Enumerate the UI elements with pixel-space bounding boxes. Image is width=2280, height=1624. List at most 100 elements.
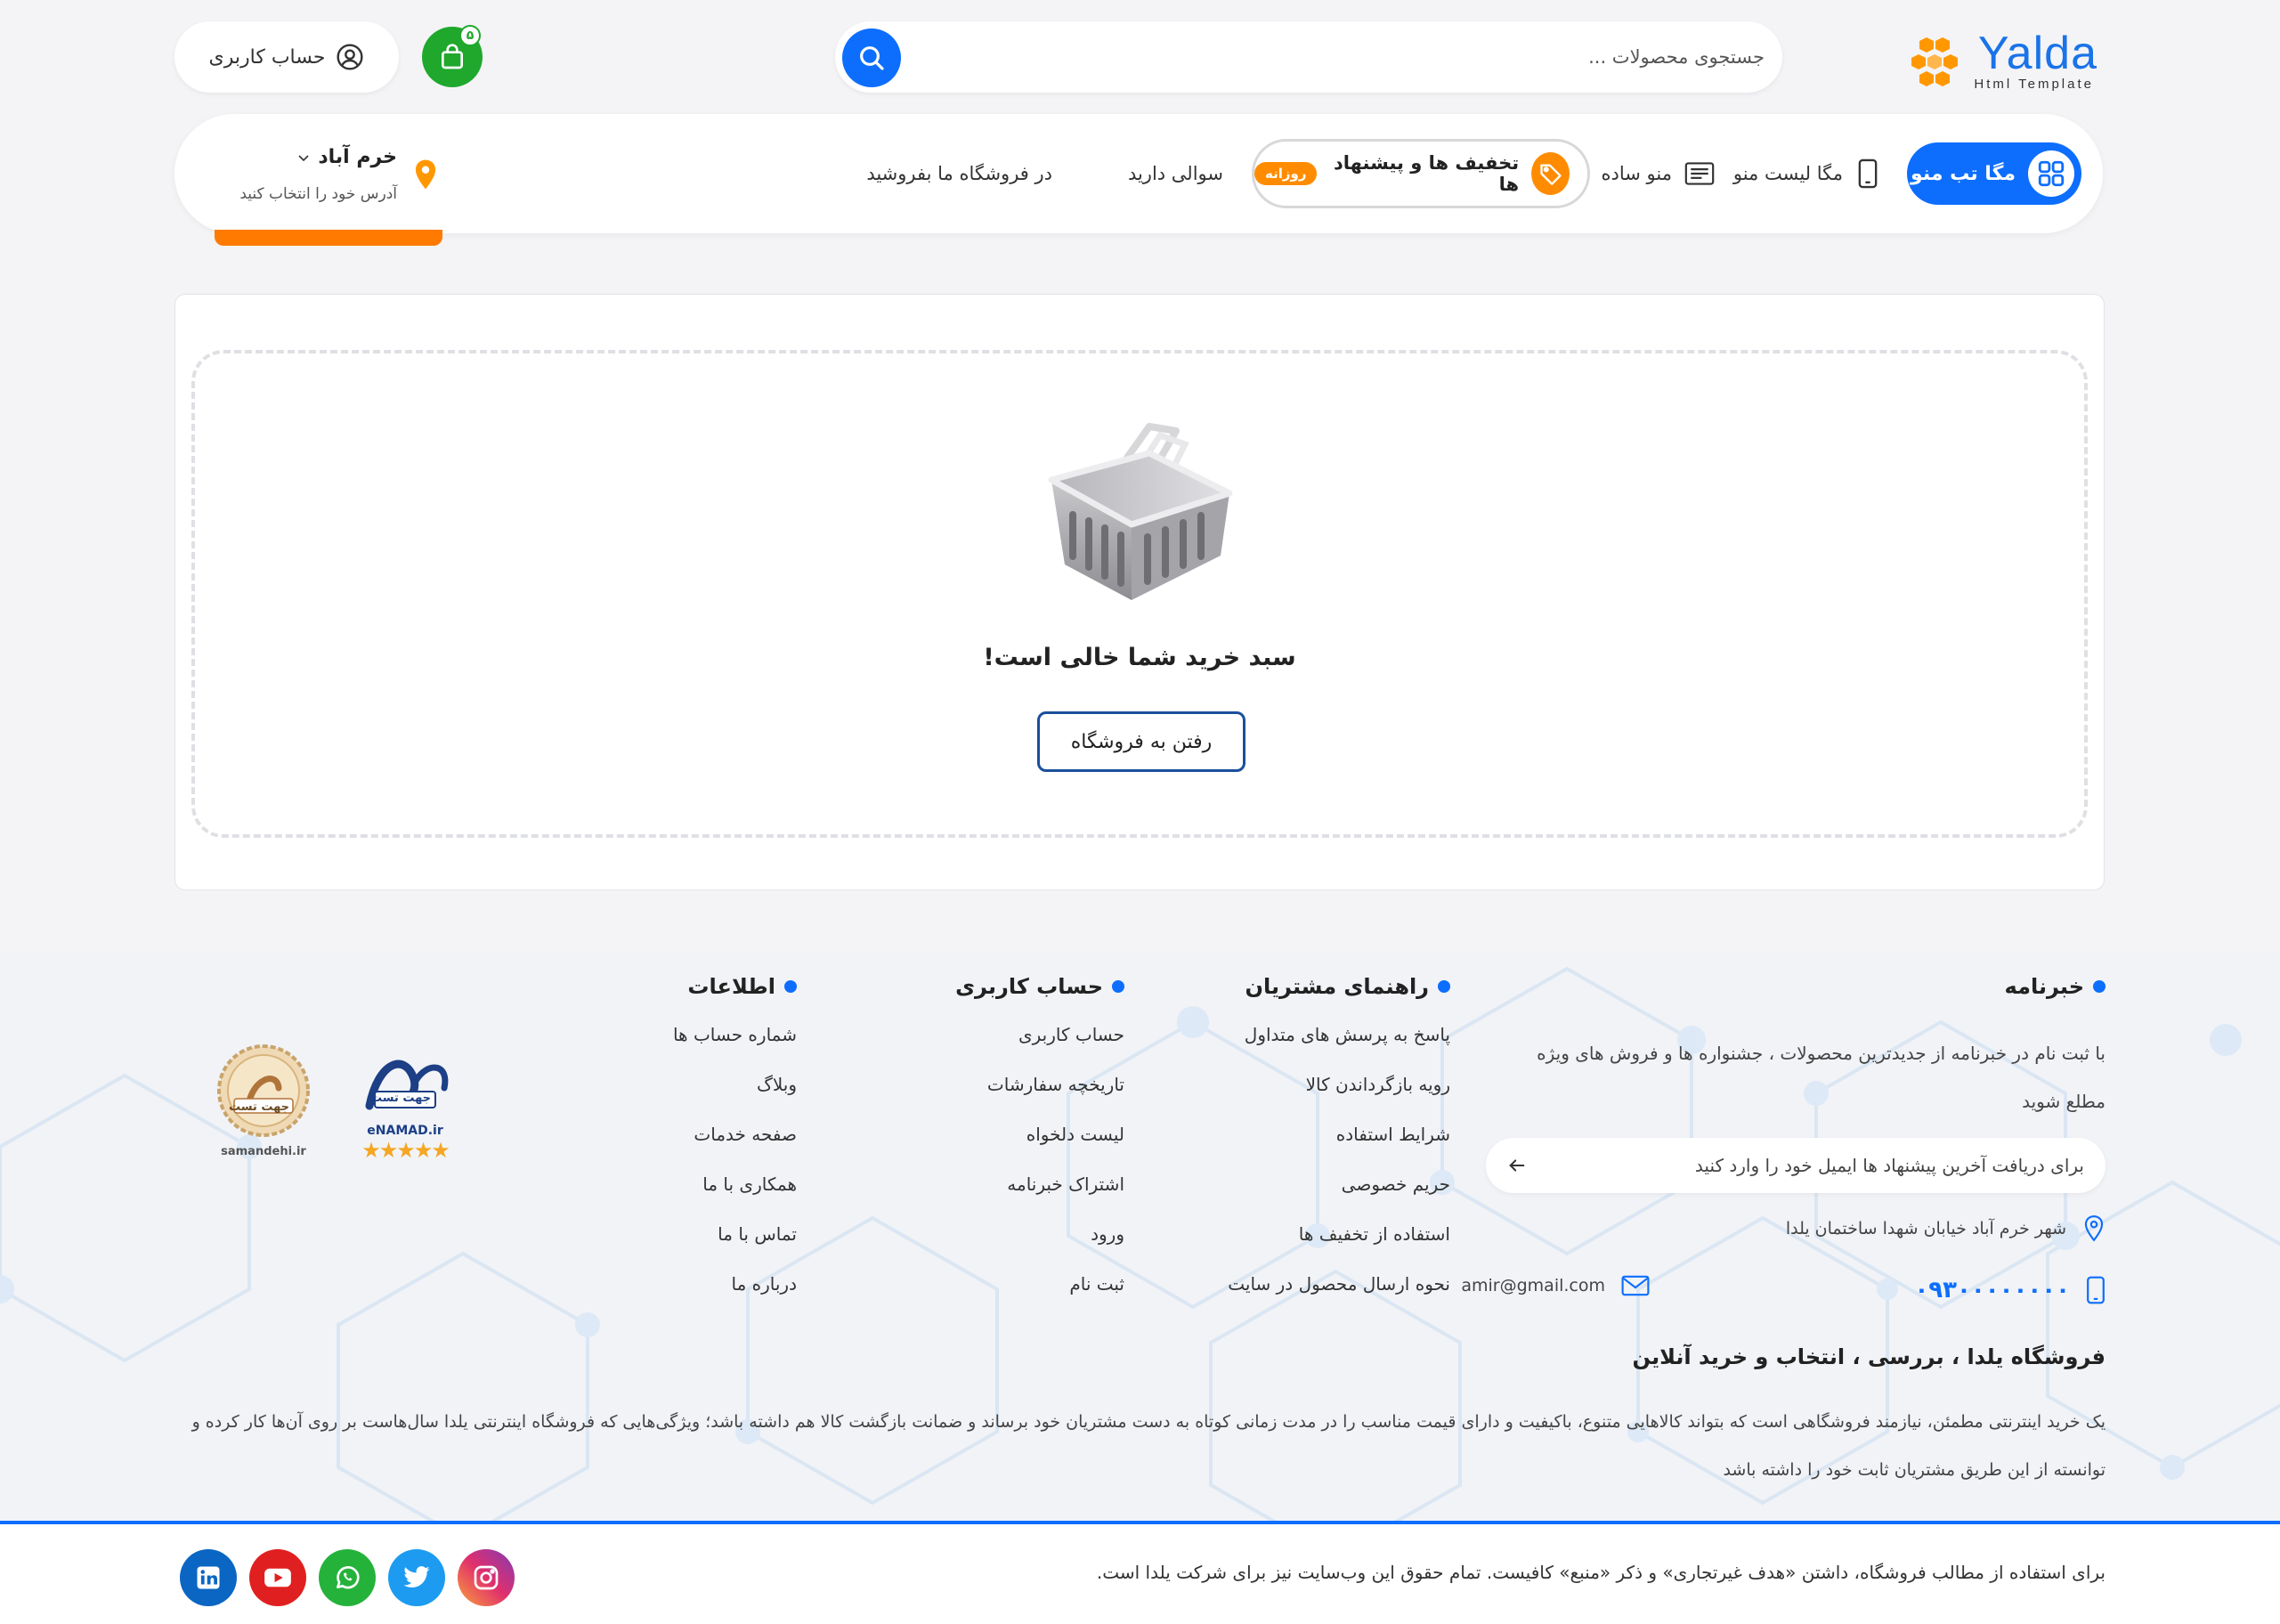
samandehi-seal-icon (217, 1044, 310, 1137)
footer-link[interactable]: حساب کاربری (955, 1024, 1124, 1074)
footer-about-title: فروشگاه یلدا ، بررسی ، انتخاب و خرید آنل… (1632, 1344, 2106, 1369)
nav-deals-badge: روزانه (1254, 162, 1318, 185)
search-button[interactable] (842, 28, 901, 87)
nav-active-indicator (215, 230, 442, 246)
nav-question[interactable]: سوالی دارید (1128, 150, 1223, 198)
copyright-bar: برای استفاده از مطالب فروشگاه، داشتن «هد… (0, 1521, 2280, 1624)
instagram-link[interactable] (458, 1549, 515, 1606)
social-links (180, 1549, 515, 1606)
account-label: حساب کاربری (208, 45, 326, 69)
star-rating: ★★★★★ (361, 1138, 450, 1163)
search-input[interactable] (963, 21, 1765, 93)
map-pin-icon (415, 159, 436, 190)
guide-title-text: راهنمای مشتریان (1245, 974, 1429, 999)
instagram-icon (474, 1565, 499, 1590)
footer-account: حساب کاربری حساب کاربری تاریخچه سفارشات … (955, 974, 1124, 1323)
bullet-dot (1438, 980, 1450, 993)
basket-icon (1048, 423, 1233, 600)
footer-link[interactable]: ورود (955, 1223, 1124, 1273)
footer-link[interactable]: استفاده از تخفیف ها (1228, 1223, 1450, 1273)
footer-guide: راهنمای مشتریان پاسخ به پرسش های متداول … (1228, 974, 1450, 1323)
bullet-dot (1112, 980, 1124, 993)
cart-button[interactable]: ۵ (422, 25, 483, 87)
enamad-fa-text: جهت تست (369, 1092, 432, 1105)
empty-cart-title: سبد خرید شما خالی است! (983, 644, 1296, 671)
footer-guide-title: راهنمای مشتریان (1228, 974, 1450, 999)
footer-link[interactable]: تماس با ما (673, 1223, 797, 1273)
logo-subtext: Html Template (1974, 77, 2094, 92)
footer-email-text: amir@gmail.com (1461, 1276, 1605, 1295)
main-nav: مگا تب منو مگا لیست منو منو ساده تخفیف ه… (174, 114, 2103, 233)
footer-link[interactable]: حریم خصوصی (1228, 1173, 1450, 1223)
nav-mega-tab-menu[interactable]: مگا تب منو (1907, 142, 2081, 205)
mail-icon (1621, 1275, 1650, 1296)
whatsapp-link[interactable] (319, 1549, 376, 1606)
arrow-left-icon[interactable] (1507, 1156, 1527, 1175)
footer-email[interactable]: amir@gmail.com (1461, 1275, 1650, 1296)
newsletter-email-input[interactable]: برای دریافت آخرین پیشنهاد ها ایمیل خود ر… (1486, 1138, 2106, 1193)
newsletter-description: با ثبت نام در خبرنامه از جدیدترین محصولا… (1537, 1043, 2106, 1112)
cart-count-badge: ۵ (459, 25, 481, 46)
linkedin-icon (197, 1566, 220, 1589)
footer-link[interactable]: همکاری با ما (673, 1173, 797, 1223)
youtube-icon (264, 1568, 291, 1587)
nav-deals-label: تخفیف ها و پیشنهاد ها (1334, 152, 1520, 195)
account-button[interactable]: حساب کاربری (174, 21, 399, 93)
nav-sell[interactable]: در فروشگاه ما بفروشید (866, 150, 1052, 198)
top-header: Yalda Html Template ۵ حساب کاربری (174, 20, 2103, 96)
footer-link[interactable]: ثبت نام (955, 1273, 1124, 1323)
youtube-link[interactable] (249, 1549, 306, 1606)
menu-lines-icon (1684, 162, 1715, 185)
copyright-text: برای استفاده از مطالب فروشگاه، داشتن «هد… (1096, 1562, 2106, 1583)
go-to-shop-button[interactable]: رفتن به فروشگاه (1037, 711, 1245, 772)
nav-mega-list-menu[interactable]: مگا لیست منو (1733, 150, 1880, 198)
location-selector[interactable]: خرم آباد آدرس خود را انتخاب کنید (224, 141, 438, 208)
samandehi-text: samandehi.ir (221, 1145, 306, 1158)
nav-simple-menu[interactable]: منو ساده (1602, 150, 1715, 198)
footer-info-title: اطلاعات (673, 974, 797, 999)
footer-newsletter: خبرنامه (2005, 974, 2106, 1024)
footer-link[interactable]: لیست دلخواه (955, 1124, 1124, 1173)
newsletter-title-text: خبرنامه (2004, 974, 2084, 999)
search-icon (860, 46, 884, 70)
footer-address-text: شهر خرم آباد خیابان شهدا ساختمان یلدا (1785, 1219, 2066, 1238)
footer: خبرنامه با ثبت نام در خبرنامه از جدیدتری… (0, 951, 2280, 1521)
footer-link[interactable]: درباره ما (673, 1273, 797, 1323)
whatsapp-icon (337, 1566, 360, 1589)
bullet-dot (784, 980, 797, 993)
map-pin-outline-icon (2084, 1215, 2104, 1242)
user-circle-icon (337, 44, 364, 70)
logo-text: Yalda (1977, 28, 2097, 79)
twitter-link[interactable] (388, 1549, 445, 1606)
logo-hex-icon (1911, 37, 1958, 86)
footer-link[interactable]: پاسخ به پرسش های متداول (1228, 1024, 1450, 1074)
footer-link[interactable]: صفحه خدمات (673, 1124, 797, 1173)
footer-about-text: یک خرید اینترنتی مطمئن، نیازمند فروشگاهی… (191, 1412, 2106, 1480)
footer-link[interactable]: نحوه ارسال محصول در سایت (1228, 1273, 1450, 1323)
nav-mega-tab-label: مگا تب منو (1911, 162, 2016, 185)
account-title-text: حساب کاربری (955, 974, 1103, 999)
site-logo[interactable]: Yalda Html Template (1907, 27, 2103, 92)
samandehi-fa-text: جهت تست (228, 1100, 290, 1114)
footer-link[interactable]: اشتراک خبرنامه (955, 1173, 1124, 1223)
samandehi-badge[interactable]: جهت تست samandehi.ir (210, 1042, 317, 1184)
footer-link[interactable]: شماره حساب ها (673, 1024, 797, 1074)
tag-icon (1531, 152, 1570, 195)
trust-badges: جهت تست eNAMAD.ir ★★★★★ جهت تست samandeh… (210, 1043, 477, 1239)
location-city: خرم آباد (296, 146, 397, 168)
footer-phone[interactable]: ۰۹۳۰۰۰۰۰۰۰۰ (1914, 1275, 2106, 1305)
footer-link[interactable]: شرایط استفاده (1228, 1124, 1450, 1173)
linkedin-link[interactable] (180, 1549, 237, 1606)
search-bar (835, 21, 1782, 93)
enamad-badge[interactable]: جهت تست eNAMAD.ir ★★★★★ (347, 1043, 463, 1177)
nav-question-label: سوالی دارید (1127, 163, 1223, 184)
bullet-dot (2093, 980, 2106, 993)
footer-newsletter-title: خبرنامه (2005, 974, 2106, 999)
footer-link[interactable]: رویه بازگرداندن کالا (1228, 1074, 1450, 1124)
footer-link[interactable]: تاریخچه سفارشات (955, 1074, 1124, 1124)
twitter-icon (403, 1566, 430, 1587)
nav-mega-list-label: مگا لیست منو (1732, 163, 1843, 184)
nav-deals[interactable]: تخفیف ها و پیشنهاد ها روزانه (1252, 139, 1590, 208)
footer-link[interactable]: وبلاگ (673, 1074, 797, 1124)
chevron-down-icon (298, 154, 309, 161)
